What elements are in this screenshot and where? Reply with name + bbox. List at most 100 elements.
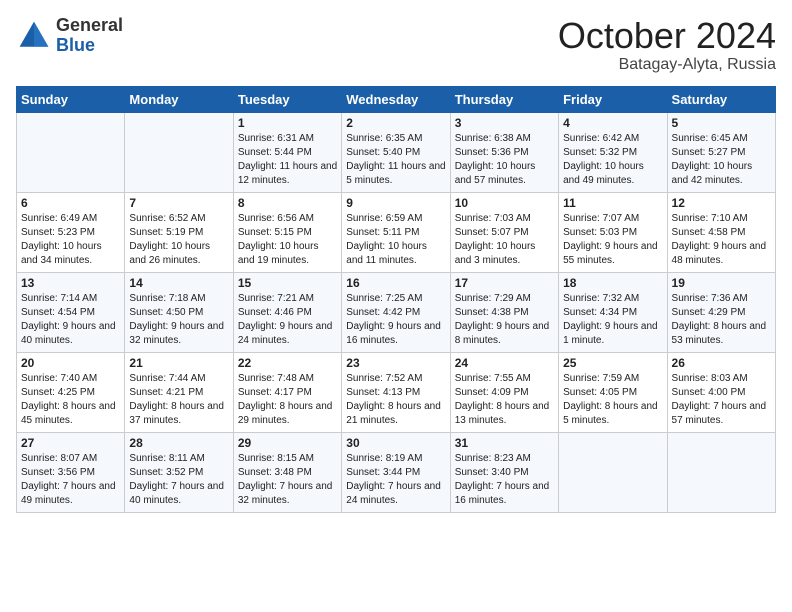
day-number: 14	[129, 276, 228, 290]
calendar-cell: 19 Sunrise: 7:36 AM Sunset: 4:29 PM Dayl…	[667, 272, 775, 352]
day-number: 18	[563, 276, 662, 290]
day-info: Sunrise: 7:18 AM Sunset: 4:50 PM Dayligh…	[129, 292, 228, 348]
weekday-header: Saturday	[667, 86, 775, 112]
day-info: Sunrise: 7:14 AM Sunset: 4:54 PM Dayligh…	[21, 292, 120, 348]
day-number: 22	[238, 356, 337, 370]
day-info: Sunrise: 6:31 AM Sunset: 5:44 PM Dayligh…	[238, 132, 337, 188]
calendar-cell	[559, 432, 667, 512]
calendar-cell: 3 Sunrise: 6:38 AM Sunset: 5:36 PM Dayli…	[450, 112, 558, 192]
calendar-cell: 6 Sunrise: 6:49 AM Sunset: 5:23 PM Dayli…	[17, 192, 125, 272]
calendar-cell: 16 Sunrise: 7:25 AM Sunset: 4:42 PM Dayl…	[342, 272, 450, 352]
calendar-cell: 5 Sunrise: 6:45 AM Sunset: 5:27 PM Dayli…	[667, 112, 775, 192]
day-info: Sunrise: 7:52 AM Sunset: 4:13 PM Dayligh…	[346, 372, 445, 428]
calendar-cell: 29 Sunrise: 8:15 AM Sunset: 3:48 PM Dayl…	[233, 432, 341, 512]
calendar-cell: 12 Sunrise: 7:10 AM Sunset: 4:58 PM Dayl…	[667, 192, 775, 272]
calendar-week-row: 20 Sunrise: 7:40 AM Sunset: 4:25 PM Dayl…	[17, 352, 776, 432]
weekday-header: Wednesday	[342, 86, 450, 112]
calendar-cell: 20 Sunrise: 7:40 AM Sunset: 4:25 PM Dayl…	[17, 352, 125, 432]
day-info: Sunrise: 6:59 AM Sunset: 5:11 PM Dayligh…	[346, 212, 445, 268]
day-number: 19	[672, 276, 771, 290]
day-number: 13	[21, 276, 120, 290]
day-info: Sunrise: 6:49 AM Sunset: 5:23 PM Dayligh…	[21, 212, 120, 268]
calendar-cell: 4 Sunrise: 6:42 AM Sunset: 5:32 PM Dayli…	[559, 112, 667, 192]
calendar-cell: 22 Sunrise: 7:48 AM Sunset: 4:17 PM Dayl…	[233, 352, 341, 432]
day-number: 6	[21, 196, 120, 210]
calendar-cell: 23 Sunrise: 7:52 AM Sunset: 4:13 PM Dayl…	[342, 352, 450, 432]
day-info: Sunrise: 7:36 AM Sunset: 4:29 PM Dayligh…	[672, 292, 771, 348]
calendar-cell: 25 Sunrise: 7:59 AM Sunset: 4:05 PM Dayl…	[559, 352, 667, 432]
weekday-header: Sunday	[17, 86, 125, 112]
day-info: Sunrise: 7:48 AM Sunset: 4:17 PM Dayligh…	[238, 372, 337, 428]
day-number: 29	[238, 436, 337, 450]
calendar-cell: 8 Sunrise: 6:56 AM Sunset: 5:15 PM Dayli…	[233, 192, 341, 272]
day-info: Sunrise: 7:21 AM Sunset: 4:46 PM Dayligh…	[238, 292, 337, 348]
day-number: 11	[563, 196, 662, 210]
day-info: Sunrise: 7:29 AM Sunset: 4:38 PM Dayligh…	[455, 292, 554, 348]
day-number: 27	[21, 436, 120, 450]
day-number: 20	[21, 356, 120, 370]
calendar-cell: 7 Sunrise: 6:52 AM Sunset: 5:19 PM Dayli…	[125, 192, 233, 272]
day-number: 15	[238, 276, 337, 290]
calendar-cell	[125, 112, 233, 192]
calendar-cell: 17 Sunrise: 7:29 AM Sunset: 4:38 PM Dayl…	[450, 272, 558, 352]
day-number: 2	[346, 116, 445, 130]
calendar-cell: 11 Sunrise: 7:07 AM Sunset: 5:03 PM Dayl…	[559, 192, 667, 272]
day-info: Sunrise: 7:59 AM Sunset: 4:05 PM Dayligh…	[563, 372, 662, 428]
weekday-header: Monday	[125, 86, 233, 112]
day-info: Sunrise: 7:55 AM Sunset: 4:09 PM Dayligh…	[455, 372, 554, 428]
logo-icon	[16, 18, 52, 54]
day-info: Sunrise: 6:52 AM Sunset: 5:19 PM Dayligh…	[129, 212, 228, 268]
calendar-cell	[667, 432, 775, 512]
day-info: Sunrise: 8:07 AM Sunset: 3:56 PM Dayligh…	[21, 452, 120, 508]
day-number: 8	[238, 196, 337, 210]
calendar-week-row: 27 Sunrise: 8:07 AM Sunset: 3:56 PM Dayl…	[17, 432, 776, 512]
logo-general: General	[56, 16, 123, 36]
calendar-cell: 31 Sunrise: 8:23 AM Sunset: 3:40 PM Dayl…	[450, 432, 558, 512]
page-header: General Blue October 2024 Batagay-Alyta,…	[16, 16, 776, 74]
day-number: 24	[455, 356, 554, 370]
day-number: 12	[672, 196, 771, 210]
day-info: Sunrise: 8:03 AM Sunset: 4:00 PM Dayligh…	[672, 372, 771, 428]
logo-blue: Blue	[56, 36, 123, 56]
logo: General Blue	[16, 16, 123, 56]
day-info: Sunrise: 7:03 AM Sunset: 5:07 PM Dayligh…	[455, 212, 554, 268]
day-info: Sunrise: 6:45 AM Sunset: 5:27 PM Dayligh…	[672, 132, 771, 188]
day-number: 1	[238, 116, 337, 130]
day-number: 16	[346, 276, 445, 290]
day-number: 10	[455, 196, 554, 210]
day-info: Sunrise: 8:19 AM Sunset: 3:44 PM Dayligh…	[346, 452, 445, 508]
day-number: 25	[563, 356, 662, 370]
weekday-header: Friday	[559, 86, 667, 112]
weekday-header: Thursday	[450, 86, 558, 112]
day-info: Sunrise: 7:25 AM Sunset: 4:42 PM Dayligh…	[346, 292, 445, 348]
calendar-cell: 30 Sunrise: 8:19 AM Sunset: 3:44 PM Dayl…	[342, 432, 450, 512]
day-number: 26	[672, 356, 771, 370]
day-number: 31	[455, 436, 554, 450]
day-info: Sunrise: 7:07 AM Sunset: 5:03 PM Dayligh…	[563, 212, 662, 268]
day-info: Sunrise: 7:32 AM Sunset: 4:34 PM Dayligh…	[563, 292, 662, 348]
title-block: October 2024 Batagay-Alyta, Russia	[558, 16, 776, 74]
calendar-cell: 15 Sunrise: 7:21 AM Sunset: 4:46 PM Dayl…	[233, 272, 341, 352]
day-number: 5	[672, 116, 771, 130]
calendar-cell: 9 Sunrise: 6:59 AM Sunset: 5:11 PM Dayli…	[342, 192, 450, 272]
day-info: Sunrise: 6:38 AM Sunset: 5:36 PM Dayligh…	[455, 132, 554, 188]
day-info: Sunrise: 7:10 AM Sunset: 4:58 PM Dayligh…	[672, 212, 771, 268]
weekday-header: Tuesday	[233, 86, 341, 112]
day-number: 30	[346, 436, 445, 450]
day-info: Sunrise: 8:11 AM Sunset: 3:52 PM Dayligh…	[129, 452, 228, 508]
calendar-cell: 2 Sunrise: 6:35 AM Sunset: 5:40 PM Dayli…	[342, 112, 450, 192]
calendar-week-row: 13 Sunrise: 7:14 AM Sunset: 4:54 PM Dayl…	[17, 272, 776, 352]
calendar-cell: 1 Sunrise: 6:31 AM Sunset: 5:44 PM Dayli…	[233, 112, 341, 192]
calendar-cell: 14 Sunrise: 7:18 AM Sunset: 4:50 PM Dayl…	[125, 272, 233, 352]
day-info: Sunrise: 7:40 AM Sunset: 4:25 PM Dayligh…	[21, 372, 120, 428]
day-info: Sunrise: 8:23 AM Sunset: 3:40 PM Dayligh…	[455, 452, 554, 508]
day-info: Sunrise: 6:35 AM Sunset: 5:40 PM Dayligh…	[346, 132, 445, 188]
calendar-week-row: 1 Sunrise: 6:31 AM Sunset: 5:44 PM Dayli…	[17, 112, 776, 192]
calendar-cell: 21 Sunrise: 7:44 AM Sunset: 4:21 PM Dayl…	[125, 352, 233, 432]
calendar-cell: 18 Sunrise: 7:32 AM Sunset: 4:34 PM Dayl…	[559, 272, 667, 352]
calendar-cell: 27 Sunrise: 8:07 AM Sunset: 3:56 PM Dayl…	[17, 432, 125, 512]
day-number: 17	[455, 276, 554, 290]
day-number: 28	[129, 436, 228, 450]
day-info: Sunrise: 8:15 AM Sunset: 3:48 PM Dayligh…	[238, 452, 337, 508]
calendar-cell: 28 Sunrise: 8:11 AM Sunset: 3:52 PM Dayl…	[125, 432, 233, 512]
